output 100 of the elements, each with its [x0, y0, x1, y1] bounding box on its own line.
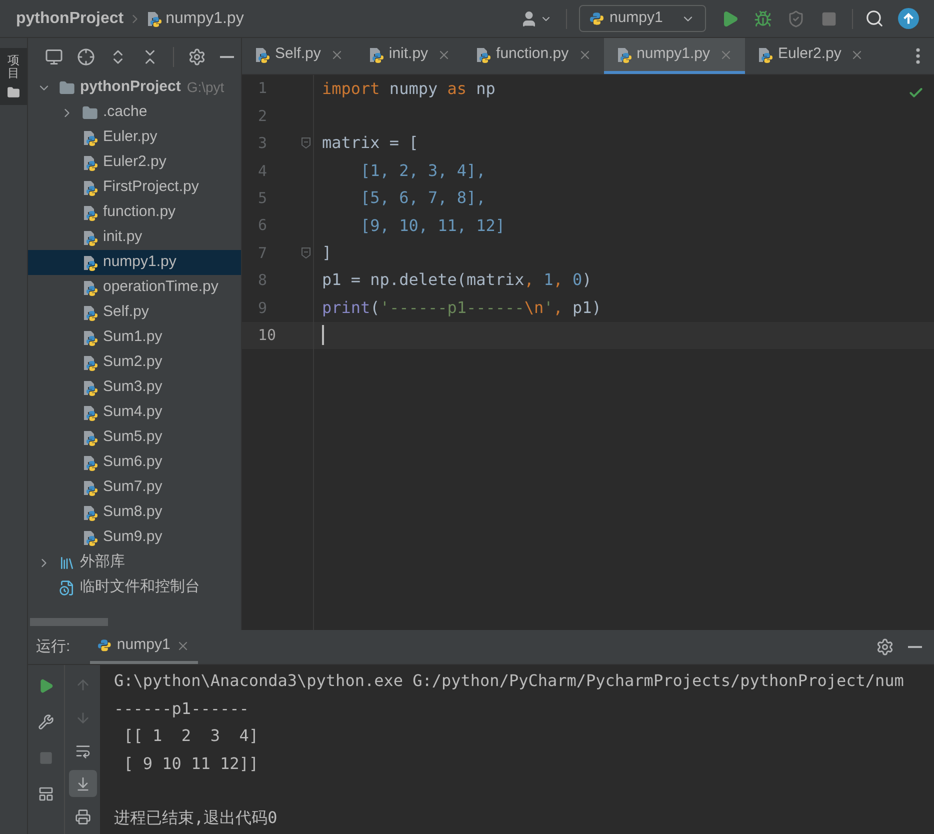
wrench-icon	[38, 714, 54, 730]
tree-item[interactable]: Sum3.py	[28, 375, 241, 400]
tree-item[interactable]: Sum7.py	[28, 475, 241, 500]
console-line: [ 9 10 11 12]]	[122, 752, 260, 774]
stop-icon	[39, 751, 53, 765]
python-file-icon	[368, 46, 384, 62]
more-icon[interactable]	[916, 48, 920, 64]
tree-label: Sum4.py	[103, 402, 162, 422]
editor-tab[interactable]: init.py	[356, 38, 464, 74]
tree-label: Sum6.py	[103, 452, 162, 472]
tree-item[interactable]: Sum5.py	[28, 425, 241, 450]
line-number: 5	[258, 188, 268, 209]
tree-label: Sum5.py	[103, 427, 162, 448]
editor-tab[interactable]: Euler2.py	[744, 38, 876, 74]
tree-item[interactable]: Euler.py	[28, 125, 241, 150]
scratch-icon	[59, 580, 75, 596]
run-config-dropdown[interactable]: numpy1	[579, 5, 706, 32]
line-number: 7	[258, 242, 268, 264]
tree-label: function.py	[103, 202, 176, 222]
print-icon	[74, 808, 90, 824]
run-toolbar-button[interactable]	[68, 770, 96, 797]
tree-label: FirstProject.py	[103, 177, 199, 198]
folder-icon	[82, 104, 98, 120]
tree-item[interactable]: numpy1.py	[28, 250, 241, 275]
folder-icon	[7, 86, 20, 100]
python-icon	[98, 639, 111, 652]
line-number: 2	[258, 106, 268, 127]
minimize-icon[interactable]	[220, 56, 234, 58]
tree-label: Euler.py	[103, 127, 158, 148]
code-line: matrix = [	[322, 132, 418, 154]
tree-label: Self.py	[103, 302, 149, 322]
console-line: ------p1------	[114, 698, 250, 720]
tree-item[interactable]: Sum2.py	[28, 350, 241, 375]
breadcrumb-item[interactable]: numpy1.py	[166, 6, 244, 30]
tree-path: G:\pyt	[186, 78, 224, 97]
tree-item[interactable]: Sum6.py	[28, 450, 241, 475]
tree-label: operationTime.py	[103, 277, 218, 298]
tree-label: numpy1.py	[103, 252, 176, 272]
tree-item[interactable]: 外部库	[28, 550, 241, 575]
text-cursor	[322, 325, 324, 346]
tree-item[interactable]: Sum9.py	[28, 525, 241, 550]
tree-item[interactable]: Sum1.py	[28, 325, 241, 350]
python-file-icon	[82, 354, 98, 370]
code-line: p1 = np.delete(matrix, 1, 0)	[322, 269, 592, 292]
stop-icon	[820, 10, 836, 26]
code-line: ]	[322, 242, 332, 264]
python-file-icon	[82, 380, 98, 396]
tree-label: 临时文件和控制台	[80, 577, 200, 598]
tree-item[interactable]: FirstProject.py	[28, 175, 241, 200]
tree-item[interactable]: init.py	[28, 225, 241, 250]
console-line: G:\python\Anaconda3\python.exe G:/python/PyCharm/PycharmProjects/pythonProject/num	[114, 670, 905, 692]
folder-icon	[59, 80, 75, 96]
editor-tab[interactable]: numpy1.py	[604, 38, 745, 74]
screen-icon	[45, 48, 63, 66]
tree-item[interactable]: Euler2.py	[28, 150, 241, 175]
python-file-icon	[475, 46, 492, 62]
python-file-icon	[82, 130, 98, 146]
python-file-icon	[82, 530, 98, 546]
shield-icon	[786, 10, 804, 28]
user-menu[interactable]	[520, 10, 552, 28]
editor-tab[interactable]: Self.py	[242, 38, 356, 74]
tree-item[interactable]: Self.py	[28, 300, 241, 325]
library-icon	[59, 554, 75, 570]
tree-label: Sum7.py	[103, 477, 162, 498]
python-file-icon	[82, 254, 98, 270]
tree-item[interactable]: Sum8.py	[28, 500, 241, 525]
tree-item[interactable]: Sum4.py	[28, 400, 241, 425]
tree-label: Sum3.py	[103, 377, 162, 398]
code-line: [9, 10, 11, 12]	[360, 214, 506, 237]
code-line: print('------p1------\n', p1)	[322, 296, 602, 319]
editor-tab[interactable]: function.py	[463, 38, 604, 74]
search-icon	[865, 9, 884, 28]
line-number: 10	[258, 324, 276, 346]
tree-item[interactable]: operationTime.py	[28, 275, 241, 300]
tree-label: 外部库	[80, 552, 125, 572]
tree-label: Euler2.py	[103, 152, 166, 172]
python-file-icon	[254, 46, 270, 62]
tree-item[interactable]: pythonProject G:\pyt	[28, 75, 241, 100]
tree-item[interactable]: 临时文件和控制台	[28, 575, 241, 600]
panel-title: 运行:	[36, 636, 70, 657]
line-number: 4	[258, 160, 268, 182]
layout-icon	[38, 786, 54, 802]
update-icon[interactable]	[898, 8, 919, 29]
project-tool-tab[interactable]: 项目	[0, 48, 27, 106]
python-file-icon	[756, 46, 773, 62]
tree-item[interactable]: .cache	[28, 100, 241, 125]
console-line: [[ 1 2 3 4]	[122, 725, 260, 747]
breadcrumb-item[interactable]: pythonProject	[16, 6, 124, 30]
code-line: import numpy as np	[322, 78, 496, 100]
scroll-to-end-icon	[74, 776, 90, 792]
line-number: 3	[258, 133, 268, 154]
scrollbar[interactable]	[30, 618, 108, 626]
python-file-icon	[82, 180, 98, 196]
line-number: 9	[258, 298, 268, 319]
tree-item[interactable]: function.py	[28, 200, 241, 225]
python-file-icon	[616, 46, 632, 62]
settings-icon	[876, 638, 894, 656]
tree-label: init.py	[103, 227, 142, 248]
python-file-icon	[82, 480, 98, 496]
code-line: [1, 2, 3, 4],	[360, 160, 486, 182]
